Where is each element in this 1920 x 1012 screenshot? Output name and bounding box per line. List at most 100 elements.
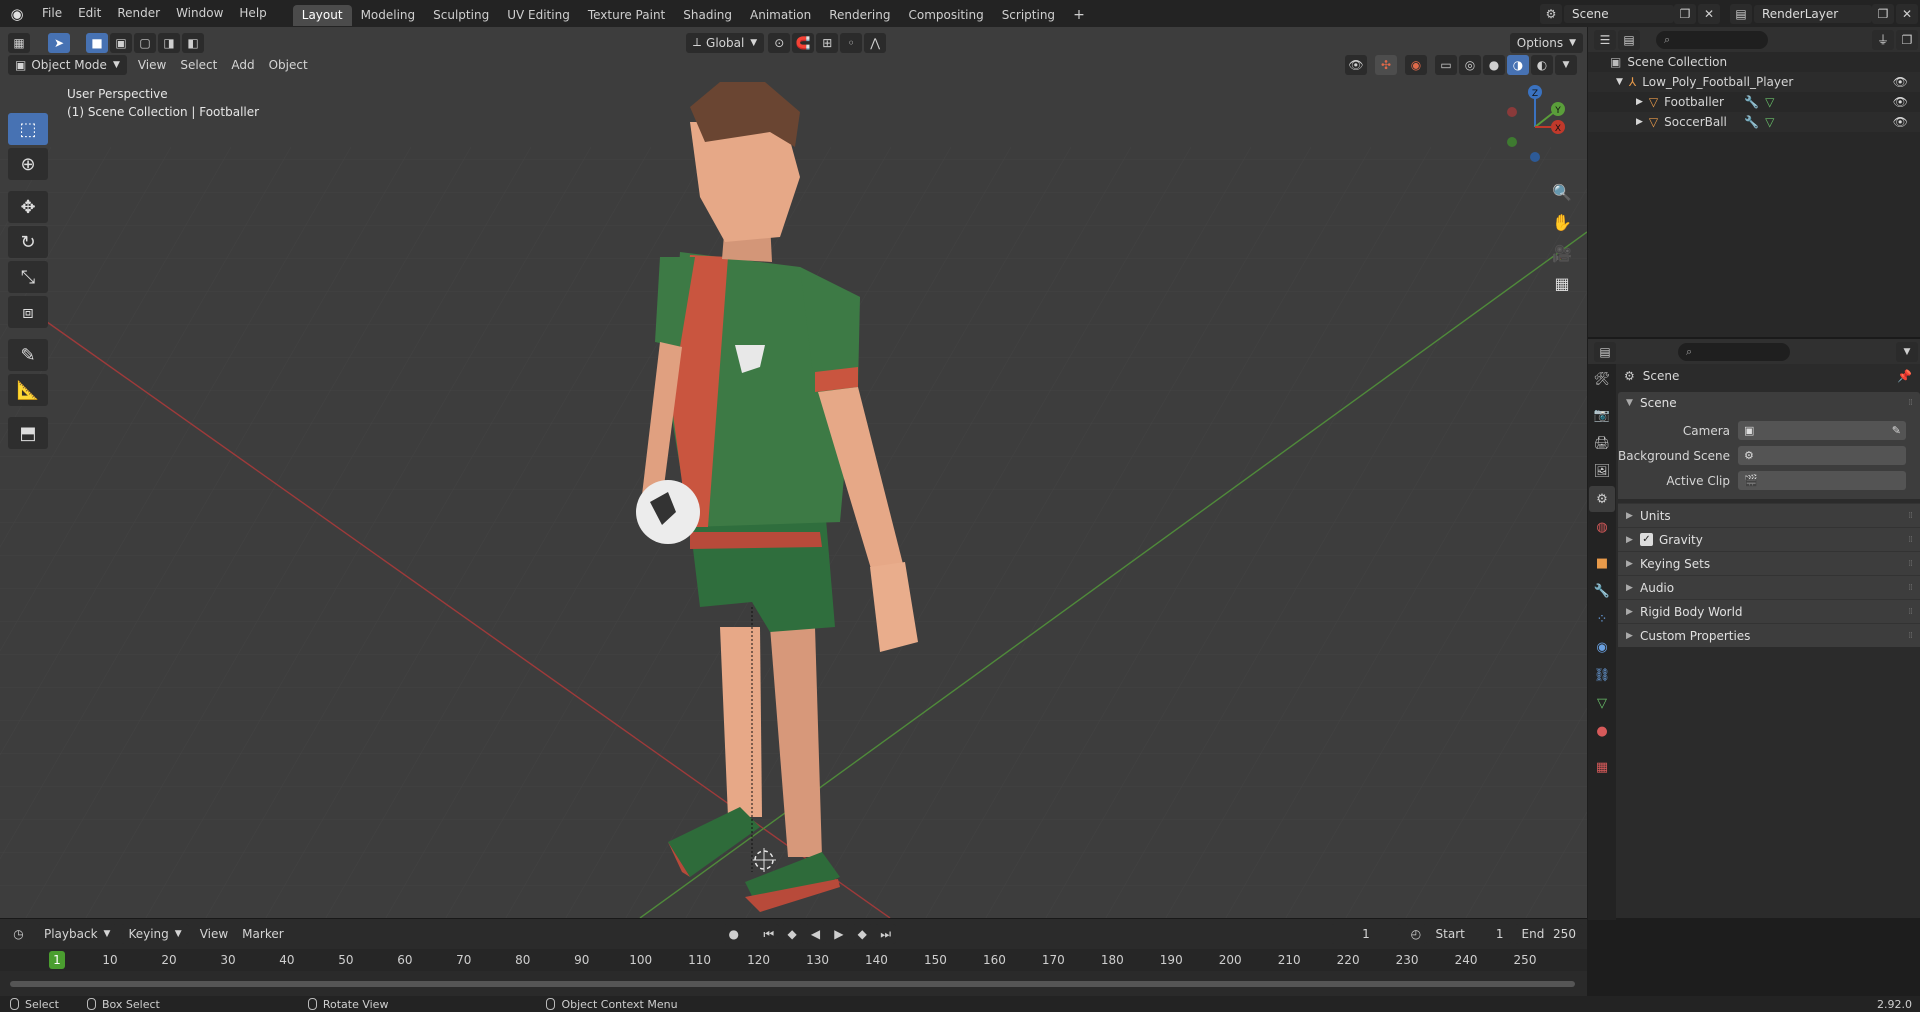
camera-view-icon[interactable]: 🎥 [1548,239,1576,267]
properties-search-input[interactable]: ⌕ [1678,342,1790,361]
xray-icon[interactable]: ▭ [1435,54,1457,75]
solid-shading-icon[interactable]: ● [1483,54,1505,75]
annotate-icon[interactable]: ✎ [8,339,48,371]
data-tab-icon[interactable]: ▽ [1589,690,1615,716]
tree-object-soccerball[interactable]: ▶ ▽ SoccerBall 🔧 ▽ 👁 [1588,112,1920,132]
tool-tab-icon[interactable]: 🛠 [1589,366,1615,392]
scale-icon[interactable]: ⤡ [8,261,48,293]
keying-dropdown[interactable]: Keying ▼ [121,924,189,944]
world-tab-icon[interactable]: ◍ [1589,514,1615,540]
expand-arrow-icon[interactable]: ▶ [1636,97,1643,107]
render-tab-icon[interactable]: 📷 [1589,402,1615,428]
transform-orientation-dropdown[interactable]: ⟂ Global ▼ [686,32,765,53]
next-keyframe-icon[interactable]: ◆ [851,924,873,944]
timeline-scrollbar[interactable] [10,981,1575,987]
drag-handle-icon[interactable]: ⁞⁞ [1908,398,1913,408]
tab-texture-paint[interactable]: Texture Paint [579,5,674,26]
menu-view[interactable]: View [131,58,173,72]
play-icon[interactable]: ▶ [828,924,850,944]
record-icon[interactable]: ● [723,924,745,944]
menu-help[interactable]: Help [231,0,274,27]
pivot-point-icon[interactable]: ⊙ [768,32,791,53]
tab-animation[interactable]: Animation [741,5,820,26]
expand-arrow-icon[interactable]: ▼ [1616,77,1623,87]
display-mode-icon[interactable]: ▤ [1618,29,1640,50]
physics-tab-icon[interactable]: ◉ [1589,634,1615,660]
pan-hand-icon[interactable]: ✋ [1548,208,1576,236]
gravity-panel[interactable]: ▶ ✓ Gravity ⁞⁞ [1618,527,1920,551]
rigid-body-world-panel[interactable]: ▶ Rigid Body World ⁞⁞ [1618,599,1920,623]
tab-rendering[interactable]: Rendering [820,5,899,26]
ortho-toggle-icon[interactable]: ▦ [1548,269,1576,297]
proportional-edit-icon[interactable]: ◦ [840,32,863,53]
eye-icon[interactable]: 👁 [1893,75,1908,89]
drag-handle-icon[interactable]: ⁞⁞ [1908,583,1913,593]
mode-invert-icon[interactable]: ◨ [158,32,180,53]
scene-panel-header[interactable]: ▼ Scene ⁞⁞ [1618,392,1920,414]
scene-selector-icon[interactable]: ⚙ [1540,3,1562,24]
tree-object-footballer[interactable]: ▶ ▽ Footballer 🔧 ▽ 👁 [1588,92,1920,112]
mode-subtract-icon[interactable]: ▢ [134,32,156,53]
tab-modeling[interactable]: Modeling [352,5,425,26]
timeline-menu-marker[interactable]: Marker [235,927,290,941]
play-reverse-icon[interactable]: ◀ [804,924,827,944]
visibility-icon[interactable]: 👁 [1345,54,1367,75]
tree-collection[interactable]: ▼ ⅄ Low_Poly_Football_Player 👁 [1588,72,1920,92]
frame-ruler[interactable]: 1 10 20 30 40 50 60 70 80 90 100 110 120 130 140 150 160… [0,949,1587,971]
tab-compositing[interactable]: Compositing [899,5,992,26]
properties-editor-type-icon[interactable]: ▤ [1594,341,1616,362]
keying-sets-panel[interactable]: ▶ Keying Sets ⁞⁞ [1618,551,1920,575]
timeline-menu-view[interactable]: View [193,927,235,941]
prev-keyframe-icon[interactable]: ◆ [781,924,803,944]
gizmo-toggle-icon[interactable]: ✣ [1375,54,1397,75]
gravity-checkbox[interactable]: ✓ [1640,533,1653,546]
drag-handle-icon[interactable]: ⁞⁞ [1908,511,1913,521]
eye-icon[interactable]: 👁 [1893,115,1908,129]
editor-type-icon[interactable]: ▦ [8,32,30,53]
snap-icon[interactable]: 🧲 [792,32,815,53]
properties-options-icon[interactable]: ▼ [1896,341,1918,362]
3d-viewport[interactable]: ▦ ➤ ■ ▣ ▢ ◨ ◧ ⟂ Global ▼ ⊙ 🧲 ⊞ ◦ ⋀ Optio… [0,27,1587,918]
material-shading-icon[interactable]: ◑ [1507,54,1529,75]
view-layer-field[interactable]: RenderLayer [1754,4,1872,23]
mode-intersect-icon[interactable]: ◧ [182,32,204,53]
view-layer-icon[interactable]: ▤ [1730,3,1752,24]
scene-tab-icon[interactable]: ⚙ [1589,486,1615,512]
scene-name-field[interactable]: Scene [1564,4,1674,23]
cursor-icon[interactable]: ⊕ [8,148,48,180]
add-workspace-icon[interactable]: + [1064,5,1094,26]
start-frame-field[interactable]: Start 1 [1428,924,1511,944]
rendered-shading-icon[interactable]: ◐ [1531,54,1553,75]
background-scene-field[interactable]: ⚙ [1738,446,1906,465]
current-frame-field[interactable]: 1 [1330,924,1402,944]
zoom-icon[interactable]: 🔍 [1548,178,1576,206]
drag-handle-icon[interactable]: ⁞⁞ [1908,631,1913,641]
delete-scene-icon[interactable]: ✕ [1698,3,1720,24]
transform-icon[interactable]: ⧈ [8,296,48,328]
texture-tab-icon[interactable]: ▦ [1589,754,1615,780]
move-icon[interactable]: ✥ [8,191,48,223]
end-frame-field[interactable]: End 250 [1514,924,1583,944]
object-mode-dropdown[interactable]: ▣ Object Mode ▼ [8,54,127,75]
menu-add[interactable]: Add [224,58,261,72]
particles-tab-icon[interactable]: ⁘ [1589,606,1615,632]
add-cube-icon[interactable]: ⬒ [8,417,48,449]
units-panel[interactable]: ▶ Units ⁞⁞ [1618,503,1920,527]
output-tab-icon[interactable]: 🖨 [1589,430,1615,456]
material-tab-icon[interactable]: ● [1589,718,1615,744]
wireframe-shading-icon[interactable]: ◎ [1459,54,1481,75]
pin-icon[interactable]: 📌 [1897,369,1912,383]
audio-panel[interactable]: ▶ Audio ⁞⁞ [1618,575,1920,599]
timeline-track-area[interactable] [0,971,1587,997]
select-box-icon[interactable]: ⬚ [8,113,48,145]
overlay-toggle-icon[interactable]: ◉ [1405,54,1427,75]
expand-arrow-icon[interactable]: ▶ [1636,117,1643,127]
filter-icon[interactable]: ⏚ [1872,29,1894,50]
menu-edit[interactable]: Edit [70,0,109,27]
mode-extend-icon[interactable]: ▣ [110,32,132,53]
snap-target-icon[interactable]: ⊞ [816,32,839,53]
constraints-tab-icon[interactable]: ⛓ [1589,662,1615,688]
drag-handle-icon[interactable]: ⁞⁞ [1908,535,1913,545]
tab-scripting[interactable]: Scripting [993,5,1064,26]
outliner-editor-type-icon[interactable]: ☰ [1594,29,1616,50]
